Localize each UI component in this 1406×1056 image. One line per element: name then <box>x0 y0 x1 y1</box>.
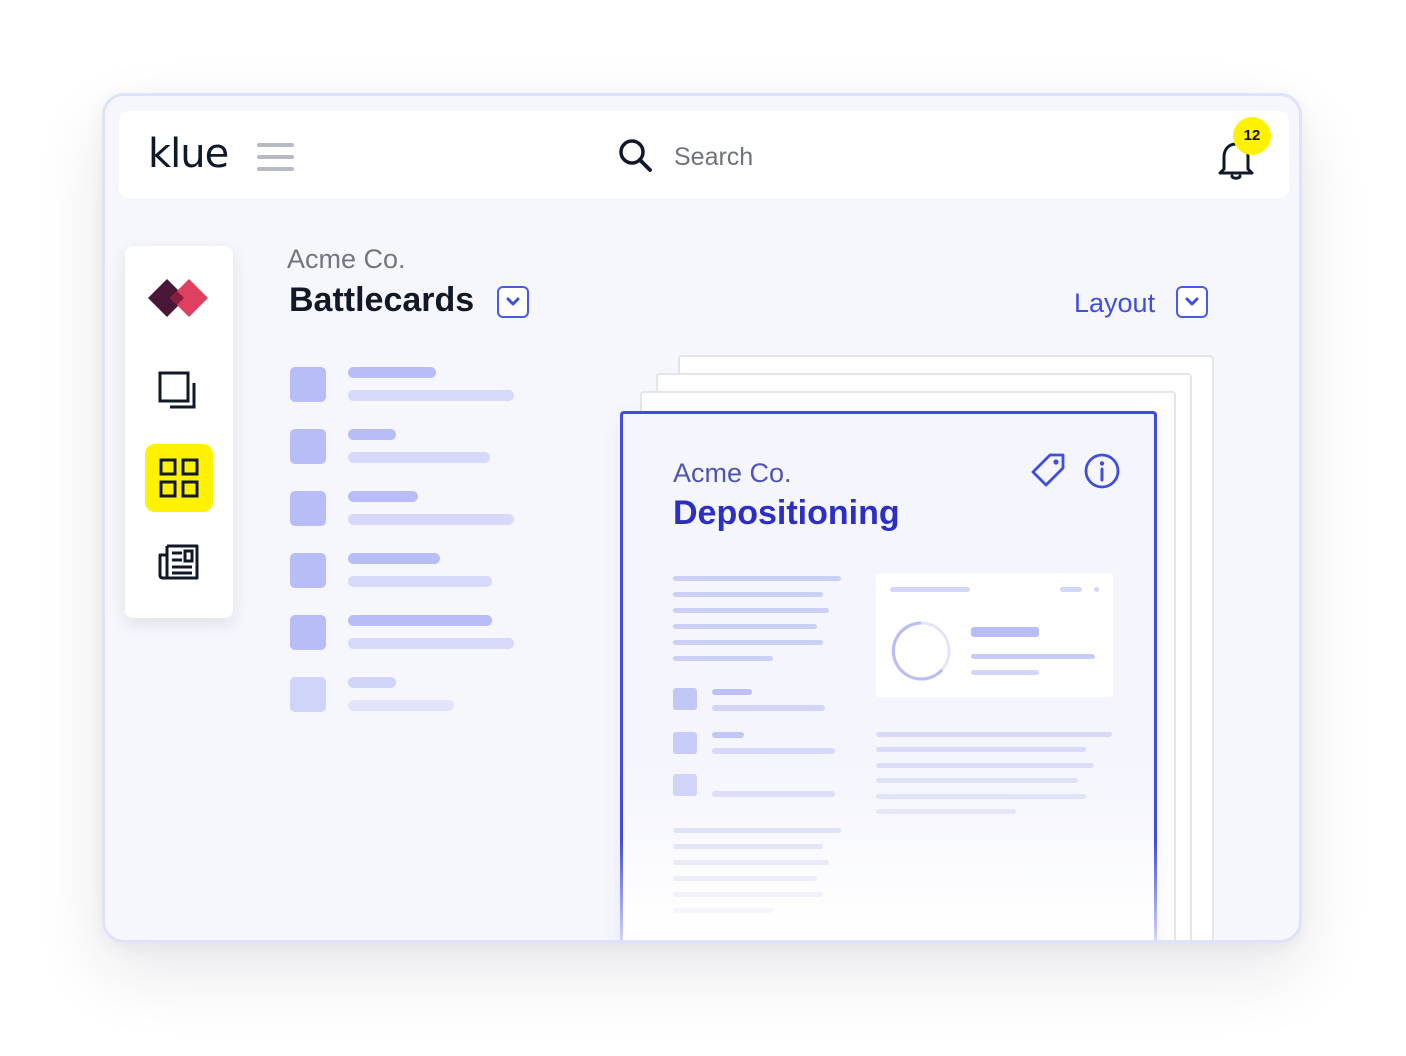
notification-badge[interactable]: 12 <box>1233 117 1271 155</box>
layout-dropdown-button[interactable] <box>1176 286 1208 318</box>
list-item[interactable] <box>290 429 520 469</box>
info-icon[interactable] <box>1083 452 1121 490</box>
progress-ring-icon <box>891 621 951 681</box>
list-item[interactable] <box>290 615 520 655</box>
sidebar <box>125 246 233 618</box>
search-icon[interactable] <box>617 137 653 173</box>
sidebar-item-cards[interactable] <box>145 358 213 426</box>
title-dropdown-button[interactable] <box>497 286 529 318</box>
sidebar-item-brand[interactable] <box>145 264 213 332</box>
chevron-down-icon <box>1185 297 1199 306</box>
sidebar-item-news[interactable] <box>145 528 213 596</box>
list-item[interactable] <box>290 491 520 531</box>
layout-label[interactable]: Layout <box>1074 288 1155 319</box>
card-mini-panel <box>876 573 1113 697</box>
search-input[interactable] <box>672 139 1076 175</box>
list-item[interactable] <box>290 553 520 593</box>
grid-icon <box>159 458 199 498</box>
list-item[interactable] <box>290 677 520 717</box>
top-bar: klue 12 <box>119 111 1289 198</box>
card-company: Acme Co. <box>673 458 792 488</box>
app-window: klue 12 <box>102 93 1302 943</box>
cards-stack-icon <box>158 371 196 409</box>
card-title: Depositioning <box>673 494 900 532</box>
breadcrumb: Acme Co. <box>287 244 406 274</box>
chevron-down-icon <box>506 297 520 306</box>
newspaper-icon <box>158 544 199 580</box>
menu-icon[interactable] <box>257 143 295 171</box>
battlecard[interactable]: Acme Co. Depositioning <box>620 411 1157 940</box>
page-title: Battlecards <box>289 281 475 319</box>
sidebar-item-battlecards[interactable] <box>145 444 213 512</box>
list-item[interactable] <box>290 367 520 407</box>
tag-icon[interactable] <box>1030 452 1066 488</box>
brand-diamond-icon <box>148 279 208 317</box>
klue-logo[interactable]: klue <box>148 131 229 177</box>
